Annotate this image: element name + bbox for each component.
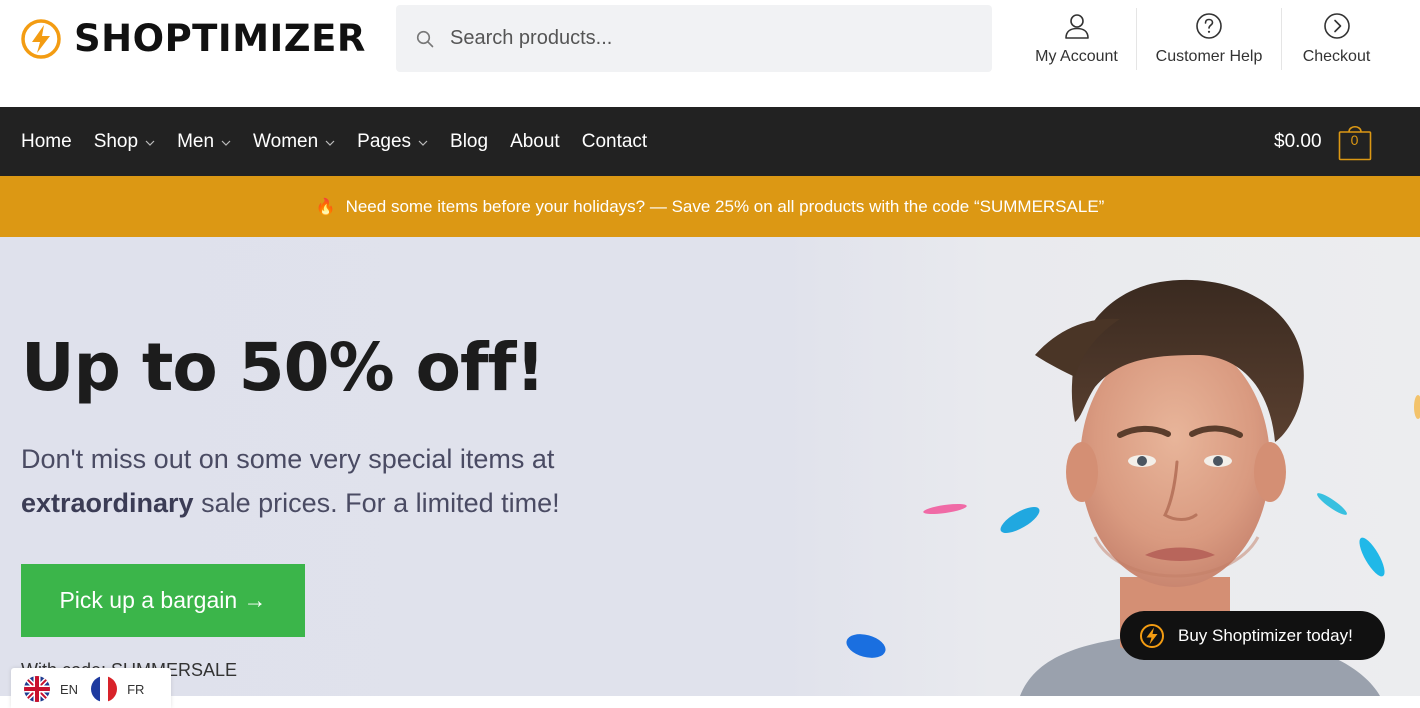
customer-help-label: Customer Help [1155, 48, 1263, 65]
site-header: SHOPTIMIZER My Account Customer Help [0, 0, 1420, 107]
hero-subtitle-line1: Don't miss out on some very special item… [21, 444, 555, 474]
search-input[interactable] [448, 26, 968, 51]
nav-item-about[interactable]: About [510, 131, 560, 153]
language-switcher: EN FR [11, 668, 171, 708]
nav-item-blog[interactable]: Blog [450, 131, 488, 153]
nav-menu: Home Shop Men Women Pages Blog About Con… [21, 107, 669, 176]
promo-text: Need some items before your holidays? — … [345, 196, 1105, 216]
user-icon [1064, 14, 1089, 39]
cart-button[interactable]: $0.00 0 [1274, 107, 1372, 176]
hero-title: Up to 50% off! [21, 329, 546, 406]
france-flag-icon [91, 676, 118, 702]
hero-subtitle-bold: extraordinary [21, 488, 194, 518]
cart-total: $0.00 [1274, 130, 1322, 152]
fire-icon: 🔥 [315, 198, 336, 216]
lightning-logo-icon [21, 19, 61, 59]
question-circle-icon [1196, 13, 1222, 39]
hero-section: Up to 50% off! Don't miss out on some ve… [0, 237, 1420, 696]
buy-badge-label: Buy Shoptimizer today! [1178, 625, 1353, 645]
search-bar [396, 5, 992, 72]
chevron-down-icon [418, 140, 428, 146]
language-code-en: EN [60, 681, 79, 697]
nav-item-shop[interactable]: Shop [94, 131, 155, 153]
chevron-down-icon [221, 140, 231, 146]
buy-shoptimizer-badge[interactable]: Buy Shoptimizer today! [1120, 611, 1385, 660]
lightning-icon [1140, 623, 1164, 648]
cart-count: 0 [1350, 131, 1359, 148]
customer-help-link[interactable]: Customer Help [1136, 8, 1281, 70]
site-logo[interactable]: SHOPTIMIZER [20, 18, 366, 60]
chevron-down-icon [325, 140, 335, 146]
nav-item-women[interactable]: Women [253, 131, 335, 153]
nav-item-contact[interactable]: Contact [582, 131, 647, 153]
main-nav: Home Shop Men Women Pages Blog About Con… [0, 107, 1420, 176]
hero-subtitle: Don't miss out on some very special item… [21, 437, 621, 525]
chevron-right-circle-icon [1323, 13, 1350, 39]
nav-item-men[interactable]: Men [177, 131, 231, 153]
language-option-fr[interactable]: FR [91, 676, 144, 702]
hero-subtitle-rest: sale prices. For a limited time! [193, 488, 560, 518]
brand-name: SHOPTIMIZER [74, 17, 366, 60]
uk-flag-icon [24, 676, 50, 702]
header-links: My Account Customer Help Checkout [1017, 8, 1391, 70]
promo-banner: 🔥 Need some items before your holidays? … [0, 176, 1420, 237]
nav-item-pages[interactable]: Pages [357, 131, 428, 153]
chevron-down-icon [145, 140, 155, 146]
search-icon [416, 30, 434, 47]
pick-up-bargain-button[interactable]: Pick up a bargain → [21, 564, 305, 637]
language-option-en[interactable]: EN [24, 676, 78, 702]
language-code-fr: FR [127, 681, 145, 697]
shopping-bag-icon: 0 [1338, 123, 1372, 161]
nav-item-home[interactable]: Home [21, 131, 72, 153]
my-account-link[interactable]: My Account [1017, 8, 1136, 70]
checkout-link[interactable]: Checkout [1281, 8, 1391, 70]
my-account-label: My Account [1035, 48, 1118, 65]
checkout-label: Checkout [1302, 48, 1371, 65]
